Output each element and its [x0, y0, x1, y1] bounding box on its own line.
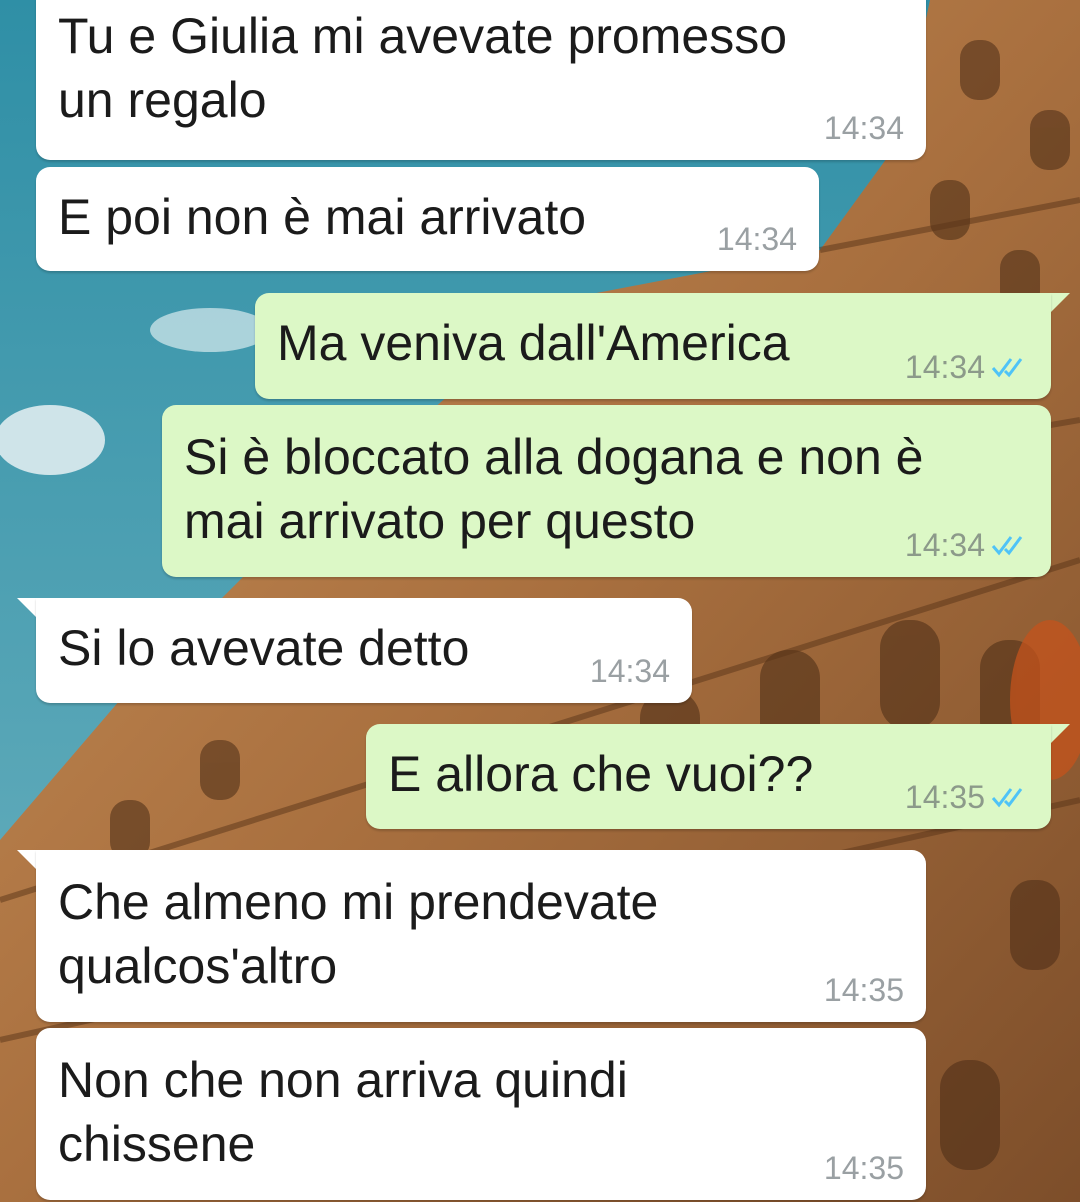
- message-time: 14:34: [904, 349, 985, 385]
- message-bubble-incoming[interactable]: Tu e Giulia mi avevate promesso un regal…: [36, 0, 926, 160]
- message-bubble-outgoing[interactable]: E allora che vuoi?? 14:35: [366, 724, 1051, 829]
- message-bubble-incoming[interactable]: Non che non arriva quindi chissene 14:35: [36, 1028, 926, 1200]
- message-time: 14:35: [823, 1150, 904, 1186]
- bubble-tail: [1048, 724, 1070, 746]
- message-time: 14:34: [589, 653, 670, 689]
- message-time: 14:34: [823, 110, 904, 146]
- message-text: Non che non arriva quindi chissene: [58, 1052, 628, 1172]
- message-time: 14:34: [904, 527, 985, 563]
- message-time: 14:35: [904, 779, 985, 815]
- message-time: 14:34: [716, 221, 797, 257]
- message-bubble-outgoing[interactable]: Ma veniva dall'America 14:34: [255, 293, 1051, 399]
- message-meta: 14:35: [824, 1152, 904, 1184]
- bubble-tail: [1048, 293, 1070, 315]
- message-text: Si è bloccato alla dogana e non è mai ar…: [184, 429, 924, 549]
- message-meta: 14:34: [905, 529, 1029, 561]
- message-time: 14:35: [823, 972, 904, 1008]
- message-bubble-incoming[interactable]: Che almeno mi prendevate qualcos'altro 1…: [36, 850, 926, 1022]
- message-text: E allora che vuoi??: [388, 746, 814, 802]
- double-check-icon: [991, 788, 1023, 808]
- message-meta: 14:35: [905, 781, 1029, 813]
- message-meta: 14:34: [717, 223, 797, 255]
- message-bubble-incoming[interactable]: E poi non è mai arrivato 14:34: [36, 167, 819, 271]
- message-text: Che almeno mi prendevate qualcos'altro: [58, 874, 659, 994]
- double-check-icon: [991, 536, 1023, 556]
- double-check-icon: [991, 358, 1023, 378]
- message-text: Si lo avevate detto: [58, 620, 470, 676]
- message-meta: 14:35: [824, 974, 904, 1006]
- message-meta: 14:34: [905, 351, 1029, 383]
- message-meta: 14:34: [824, 112, 904, 144]
- message-text: Tu e Giulia mi avevate promesso un regal…: [58, 8, 788, 128]
- message-bubble-outgoing[interactable]: Si è bloccato alla dogana e non è mai ar…: [162, 405, 1051, 577]
- message-text: E poi non è mai arrivato: [58, 189, 587, 245]
- message-meta: 14:34: [590, 655, 670, 687]
- message-text: Ma veniva dall'America: [277, 315, 790, 371]
- message-bubble-incoming[interactable]: Si lo avevate detto 14:34: [36, 598, 692, 703]
